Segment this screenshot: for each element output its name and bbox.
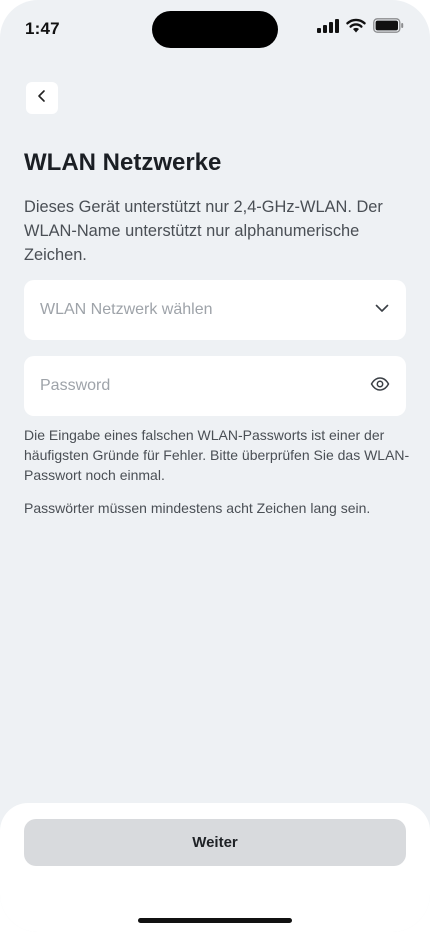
chevron-left-icon	[36, 89, 48, 108]
battery-icon	[373, 18, 404, 38]
chevron-down-icon	[374, 300, 390, 321]
eye-icon[interactable]	[370, 376, 390, 397]
page-subtitle: Dieses Gerät unterstützt nur 2,4-GHz-WLA…	[24, 198, 383, 264]
signal-icon	[317, 18, 339, 38]
hint-password-length: Passwörter müssen mindestens acht Zeiche…	[24, 500, 371, 516]
back-button[interactable]	[26, 82, 58, 114]
page-title: WLAN Netzwerke	[24, 149, 222, 176]
continue-button[interactable]: Weiter	[24, 819, 406, 866]
dynamic-island	[152, 11, 278, 48]
status-bar: 1:47	[0, 0, 430, 58]
password-field[interactable]: Password	[24, 356, 406, 416]
hint-wrong-password: Die Eingabe eines falschen WLAN-Passwort…	[24, 427, 410, 483]
status-icons	[317, 18, 404, 38]
network-select-placeholder: WLAN Netzwerk wählen	[40, 301, 213, 318]
network-select[interactable]: WLAN Netzwerk wählen	[24, 280, 406, 340]
phone-screen: 1:47 WLAN Netzwerke Dieses Gerät unterst…	[0, 0, 430, 932]
status-time: 1:47	[25, 19, 60, 38]
password-field-placeholder: Password	[40, 377, 111, 394]
home-indicator	[138, 918, 292, 923]
wifi-icon	[346, 18, 366, 38]
